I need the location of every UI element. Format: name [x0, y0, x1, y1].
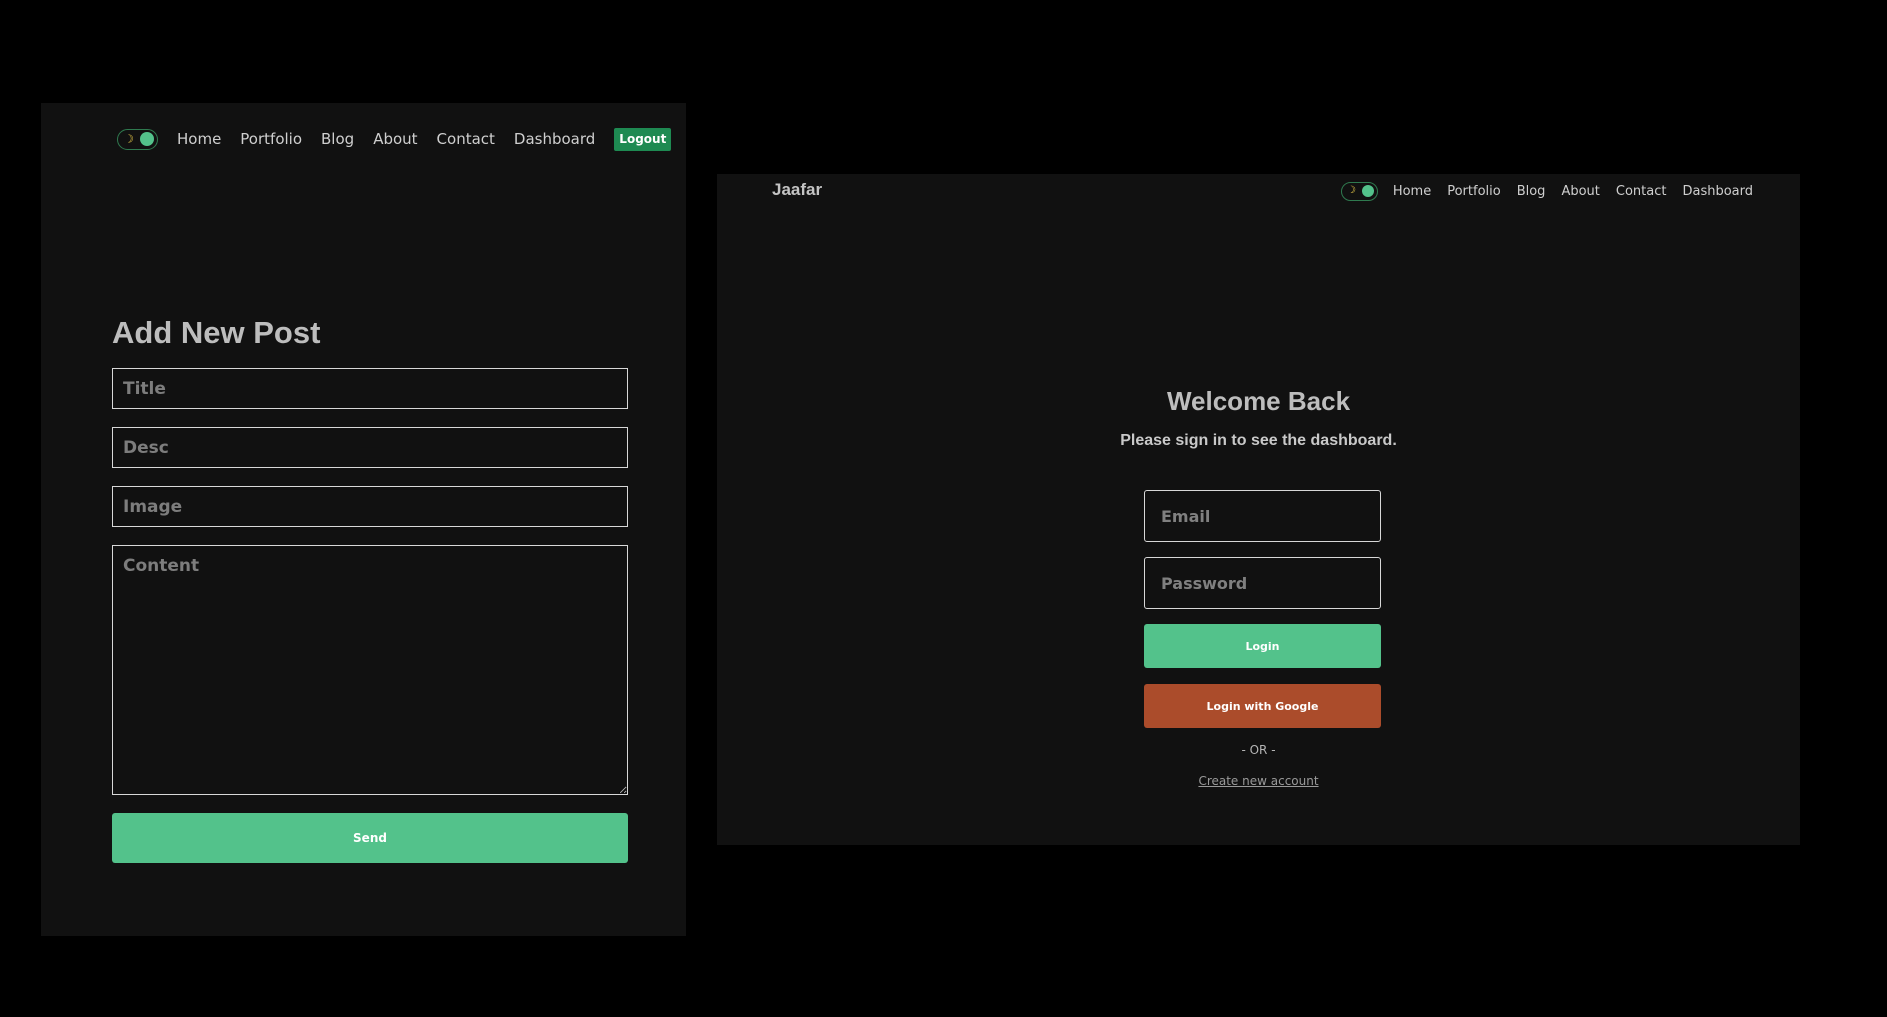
welcome-title: Welcome Back — [1166, 386, 1351, 416]
nav-blog[interactable]: Blog — [321, 130, 354, 148]
login-button[interactable]: Login — [1144, 624, 1381, 668]
nav-blog[interactable]: Blog — [1517, 184, 1546, 199]
nav-contact[interactable]: Contact — [437, 130, 495, 148]
nav-dashboard[interactable]: Dashboard — [514, 130, 595, 148]
password-field[interactable] — [1144, 557, 1381, 609]
or-divider: - OR - — [1241, 743, 1276, 757]
nav-portfolio[interactable]: Portfolio — [240, 130, 302, 148]
toggle-knob — [140, 132, 154, 146]
welcome-subtitle: Please sign in to see the dashboard. — [1120, 432, 1397, 449]
add-post-panel: ☽ Home Portfolio Blog About Contact Dash… — [41, 103, 686, 936]
nav-home[interactable]: Home — [177, 130, 221, 148]
nav-dashboard[interactable]: Dashboard — [1682, 184, 1753, 199]
navbar: ☽ Home Portfolio Blog About Contact Dash… — [1340, 179, 1753, 203]
image-input[interactable] — [112, 486, 628, 527]
login-panel: Jaafar ☽ Home Portfolio Blog About Conta… — [717, 174, 1800, 845]
brand-logo[interactable]: Jaafar — [772, 180, 822, 200]
page-title: Add New Post — [112, 315, 321, 350]
nav-contact[interactable]: Contact — [1616, 184, 1667, 199]
nav-home[interactable]: Home — [1393, 184, 1431, 199]
desc-input[interactable] — [112, 427, 628, 468]
toggle-knob — [1361, 185, 1374, 197]
email-field[interactable] — [1144, 490, 1381, 542]
theme-toggle[interactable]: ☽ — [1340, 181, 1378, 201]
nav-about[interactable]: About — [1561, 184, 1599, 199]
nav-about[interactable]: About — [373, 130, 417, 148]
google-login-button[interactable]: Login with Google — [1144, 684, 1381, 728]
theme-toggle[interactable]: ☽ — [117, 128, 158, 150]
send-button[interactable]: Send — [112, 813, 628, 863]
title-input[interactable] — [112, 368, 628, 409]
moon-icon: ☽ — [1346, 185, 1356, 196]
moon-icon: ☽ — [124, 132, 134, 146]
nav-portfolio[interactable]: Portfolio — [1447, 184, 1500, 199]
create-account-link[interactable]: Create new account — [1198, 774, 1318, 788]
content-textarea[interactable] — [112, 545, 628, 795]
create-account-container: Create new account — [717, 774, 1800, 788]
navbar: ☽ Home Portfolio Blog About Contact Dash… — [117, 125, 672, 153]
logout-button[interactable]: Logout — [614, 127, 672, 151]
